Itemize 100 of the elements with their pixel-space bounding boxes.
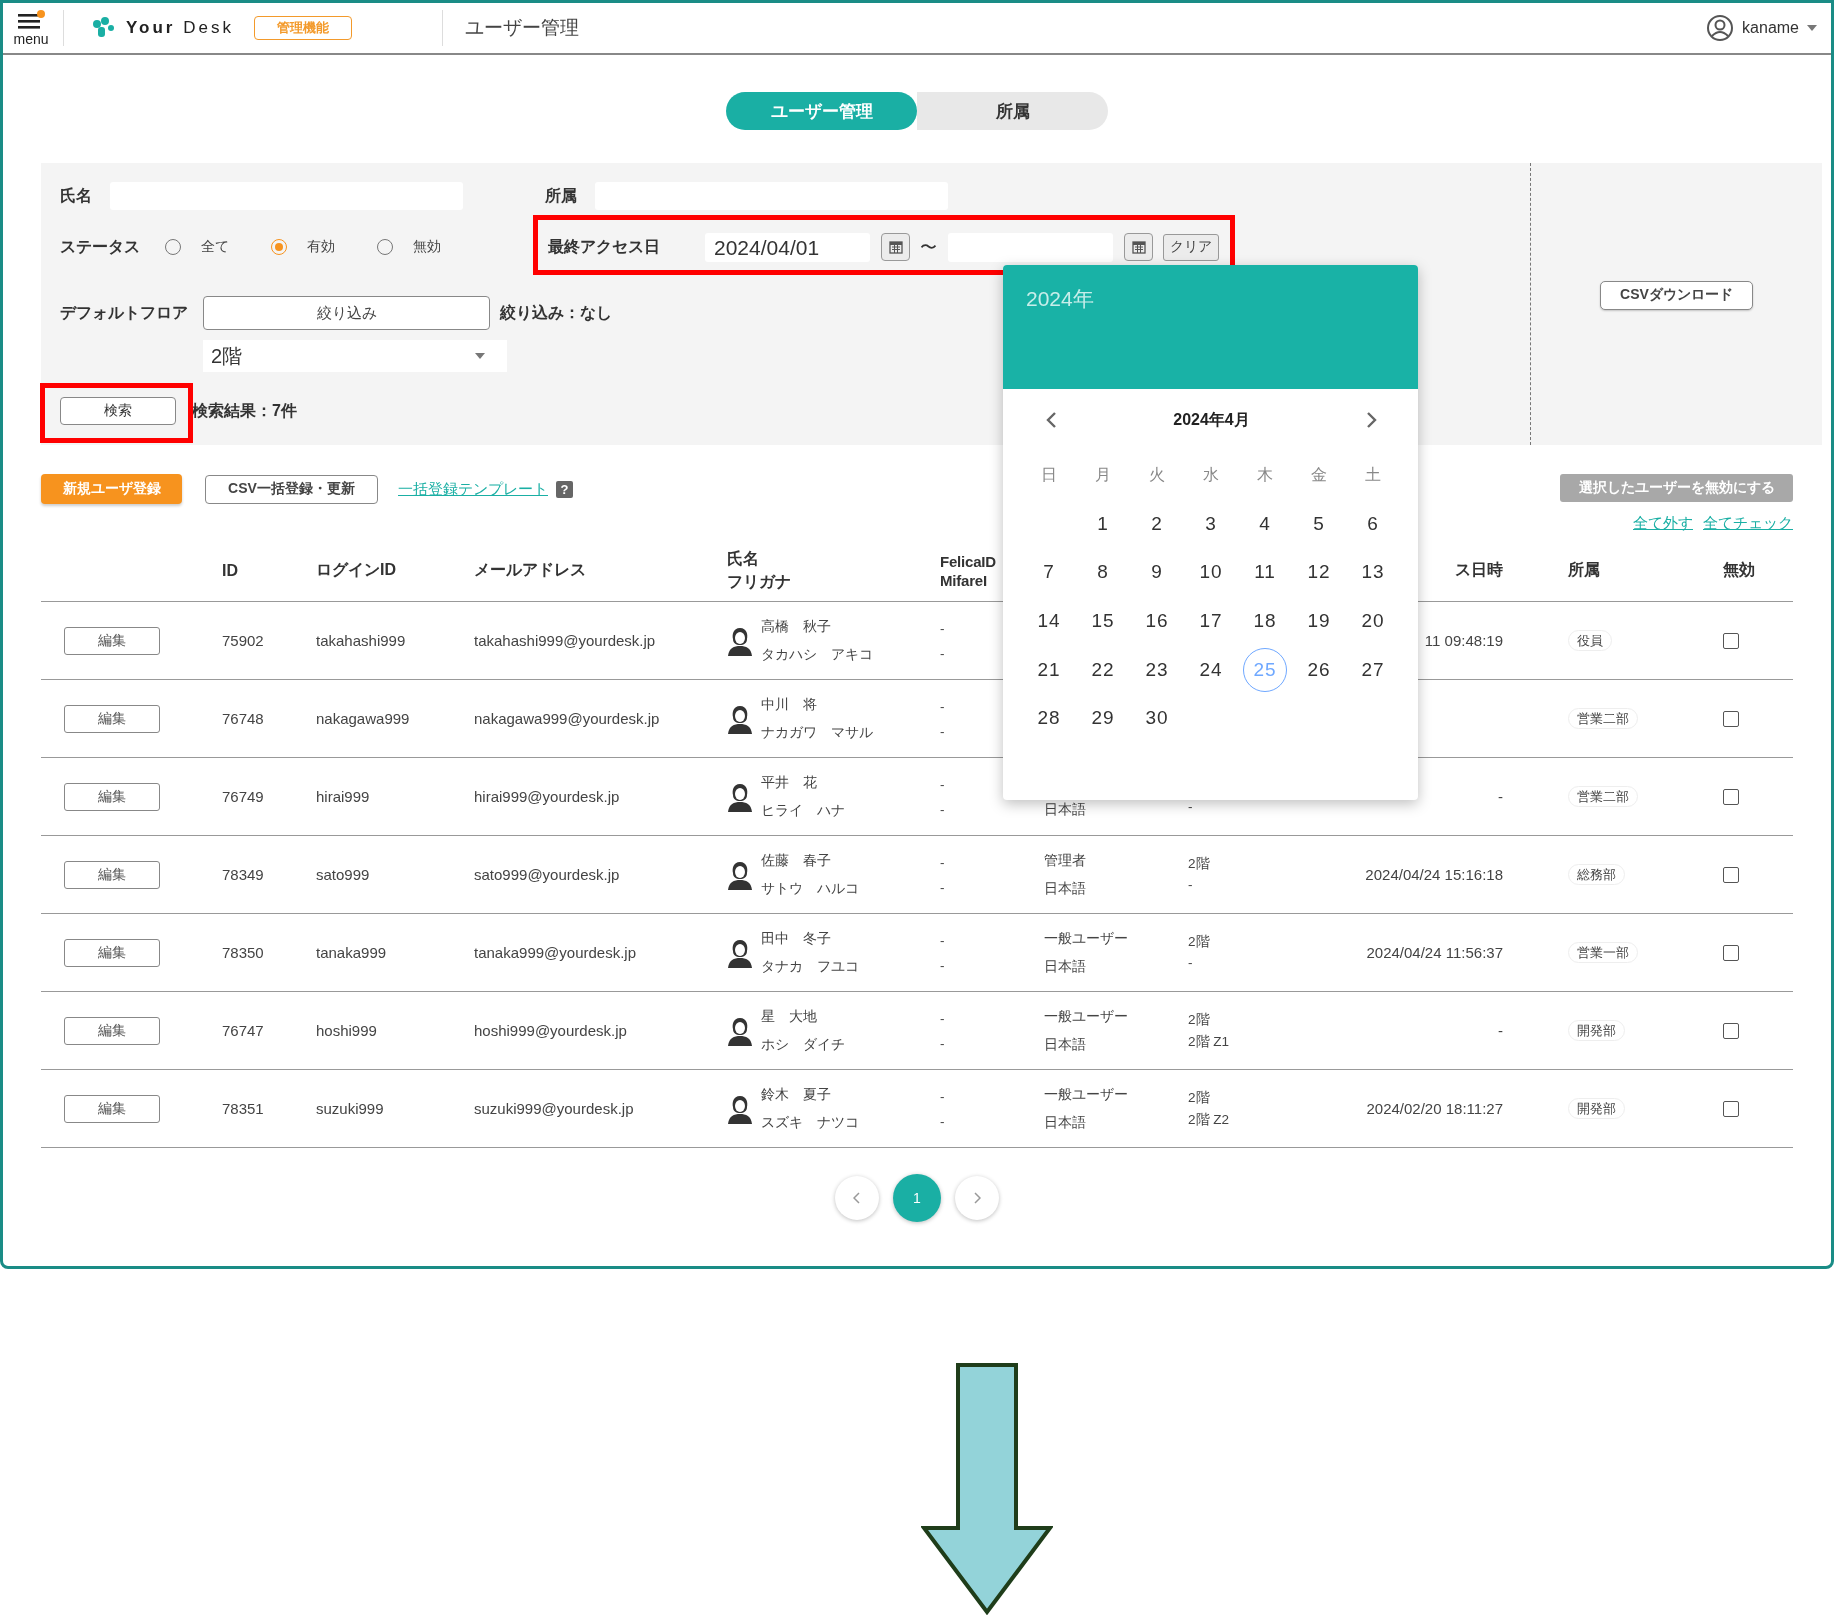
calendar-day[interactable]: 27 [1351, 647, 1395, 692]
search-button[interactable]: 検索 [60, 397, 176, 425]
clear-button[interactable]: クリア [1163, 233, 1219, 261]
csv-import-button[interactable]: CSV一括登録・更新 [205, 474, 378, 504]
edit-button[interactable]: 編集 [64, 782, 160, 811]
table-cell: takahashi999 [316, 632, 406, 649]
date-field[interactable]: 2024/04/01 [705, 232, 870, 262]
table-cell: tanaka999 [316, 944, 387, 961]
floor-select[interactable]: 2階 [203, 340, 507, 372]
checkbox[interactable] [1723, 1022, 1739, 1039]
radio-label[interactable]: 無効 [413, 238, 441, 256]
tab[interactable]: 所属 [917, 92, 1108, 130]
column-header: ス日時 [1455, 561, 1503, 578]
table-cell-text: - [940, 879, 946, 895]
filter-button[interactable]: 絞り込み [203, 296, 490, 330]
table-cell-text: - [940, 1088, 946, 1104]
table-cell-text: - [940, 776, 946, 792]
calendar-day[interactable]: 19 [1297, 599, 1341, 644]
calendar-day[interactable]: 11 [1243, 550, 1287, 595]
table-cell: hoshi999 [316, 1022, 377, 1039]
table-cell: 76748 [222, 710, 264, 727]
table-cell: 2階 [1188, 934, 1210, 949]
chevron-left-icon[interactable] [853, 1192, 861, 1204]
table-cell: 11 09:48:19 [1424, 632, 1503, 649]
calendar-day[interactable]: 9 [1135, 550, 1179, 595]
help-button[interactable]: ? [556, 480, 573, 498]
calendar-day[interactable]: 29 [1081, 696, 1125, 741]
calendar-day[interactable]: 30 [1135, 696, 1179, 741]
chevron-left-icon[interactable] [1045, 411, 1057, 429]
radio-label[interactable]: 全て [201, 238, 229, 256]
calendar-day[interactable]: 3 [1189, 501, 1233, 546]
menu-icon[interactable] [16, 10, 46, 32]
calendar-day[interactable]: 16 [1135, 599, 1179, 644]
calendar-day[interactable]: 13 [1351, 550, 1395, 595]
edit-button[interactable]: 編集 [64, 626, 160, 655]
calendar-icon[interactable] [1131, 240, 1146, 254]
caret-icon[interactable] [1807, 25, 1817, 31]
department-tag: 営業二部 [1568, 786, 1638, 807]
field-label: デフォルトフロア [60, 302, 189, 323]
person-name: 星 大地 [761, 1007, 818, 1026]
column-header: ログインID [316, 561, 396, 578]
calendar-day[interactable]: 15 [1081, 599, 1125, 644]
csv-download-button[interactable]: CSVダウンロード [1600, 280, 1753, 310]
table-cell: nakagawa999 [316, 710, 410, 727]
calendar-day[interactable]: 24 [1189, 647, 1233, 692]
calendar-day[interactable]: 22 [1081, 647, 1125, 692]
table-cell-text: - [940, 723, 946, 739]
calendar-day[interactable]: 4 [1243, 501, 1287, 546]
table-cell: 2階 Z1 [1188, 1033, 1229, 1049]
checkbox[interactable] [1723, 710, 1739, 727]
table-cell: 2024/02/20 18:11:27 [1366, 1100, 1503, 1117]
calendar-day[interactable]: 20 [1351, 599, 1395, 644]
department-tag: 営業二部 [1568, 708, 1638, 729]
chevron-right-icon[interactable] [973, 1192, 981, 1204]
user-icon[interactable] [1706, 14, 1735, 42]
calendar-button[interactable] [1124, 233, 1153, 261]
edit-button[interactable]: 編集 [64, 860, 160, 889]
calendar-day[interactable]: 7 [1027, 550, 1071, 595]
person-name: 田中 冬子 [761, 929, 832, 948]
calendar-day[interactable]: 28 [1027, 696, 1071, 741]
calendar-icon[interactable] [888, 240, 903, 254]
person-name: 鈴木 夏子 [761, 1085, 832, 1104]
edit-button[interactable]: 編集 [64, 938, 160, 967]
edit-button[interactable]: 編集 [64, 1094, 160, 1123]
table-cell-text: - [940, 854, 946, 870]
calendar-day[interactable]: 2 [1135, 501, 1179, 546]
calendar-day[interactable]: 21 [1027, 647, 1071, 692]
checkbox[interactable] [1723, 944, 1739, 961]
chevron-right-icon[interactable] [1366, 411, 1378, 429]
calendar-day[interactable]: 12 [1297, 550, 1341, 595]
calendar-button[interactable] [881, 233, 910, 261]
calendar-day[interactable]: 10 [1189, 550, 1233, 595]
calendar-day[interactable]: 18 [1243, 599, 1287, 644]
filter-status: 絞り込み：なし [500, 302, 612, 324]
calendar-day[interactable]: 23 [1135, 647, 1179, 692]
calendar-day[interactable]: 6 [1351, 501, 1395, 546]
checkbox[interactable] [1723, 1100, 1739, 1117]
person-icon [727, 625, 753, 656]
checkbox[interactable] [1723, 788, 1739, 805]
calendar-day[interactable]: 14 [1027, 599, 1071, 644]
person-name: 佐藤 春子 [761, 851, 832, 870]
checkbox[interactable] [1723, 866, 1739, 883]
calendar-day[interactable]: 26 [1297, 647, 1341, 692]
person-icon [727, 859, 753, 890]
edit-button[interactable]: 編集 [64, 704, 160, 733]
calendar-day[interactable]: 5 [1297, 501, 1341, 546]
table-cell: 2階 [1188, 1011, 1210, 1027]
caret-icon[interactable] [475, 353, 485, 359]
user-name[interactable]: kaname [1742, 19, 1799, 37]
result-count: 検索結果：7件 [192, 400, 297, 421]
checkbox[interactable] [1723, 632, 1739, 649]
table-cell: hirai999@yourdesk.jp [474, 788, 620, 805]
table-cell-text: - [940, 645, 946, 661]
calendar-day[interactable]: 1 [1081, 501, 1125, 546]
radio-label[interactable]: 有効 [307, 238, 335, 256]
calendar-day[interactable]: 8 [1081, 550, 1125, 595]
menu-label[interactable]: menu [13, 32, 49, 46]
calendar-day[interactable]: 17 [1189, 599, 1233, 644]
edit-button[interactable]: 編集 [64, 1016, 160, 1045]
date-field[interactable] [948, 232, 1113, 262]
